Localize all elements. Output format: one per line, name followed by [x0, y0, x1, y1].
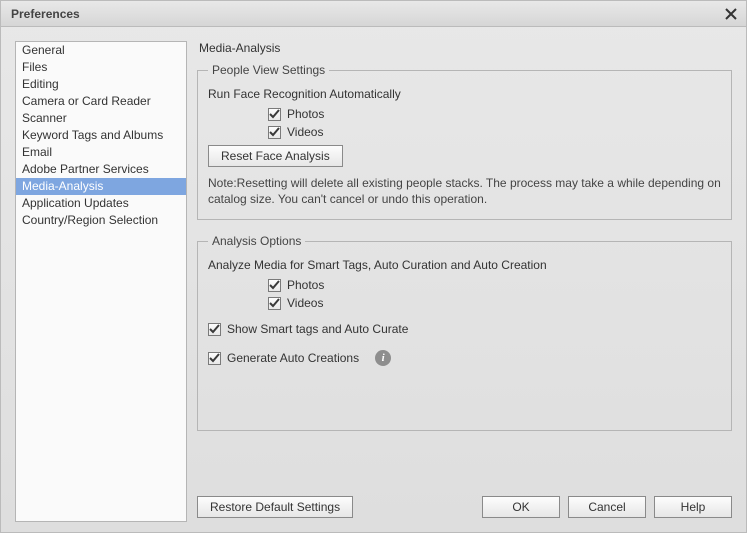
button-footer: Restore Default Settings OK Cancel Help [197, 496, 732, 522]
sidebar-item-media-analysis[interactable]: Media-Analysis [16, 178, 186, 195]
close-icon[interactable] [722, 5, 740, 23]
reset-note: Note:Resetting will delete all existing … [208, 175, 721, 207]
sidebar-item-country-region-selection[interactable]: Country/Region Selection [16, 212, 186, 229]
checkbox-label: Videos [287, 296, 323, 310]
checkbox-label: Photos [287, 107, 324, 121]
sidebar-item-keyword-tags-albums[interactable]: Keyword Tags and Albums [16, 127, 186, 144]
checkmark-icon [208, 323, 221, 336]
category-sidebar: General Files Editing Camera or Card Rea… [15, 41, 187, 522]
checkbox-label: Videos [287, 125, 323, 139]
reset-face-analysis-button[interactable]: Reset Face Analysis [208, 145, 343, 167]
checkbox-photos-face[interactable]: Photos [268, 107, 721, 121]
people-view-settings-group: People View Settings Run Face Recognitio… [197, 63, 732, 220]
sidebar-item-email[interactable]: Email [16, 144, 186, 161]
checkbox-videos-face[interactable]: Videos [268, 125, 721, 139]
sidebar-item-label: Adobe Partner Services [22, 162, 149, 176]
window-title: Preferences [11, 7, 80, 21]
sidebar-item-files[interactable]: Files [16, 59, 186, 76]
sidebar-item-scanner[interactable]: Scanner [16, 110, 186, 127]
sidebar-item-adobe-partner-services[interactable]: Adobe Partner Services [16, 161, 186, 178]
checkbox-label: Photos [287, 278, 324, 292]
checkmark-icon [208, 352, 221, 365]
sidebar-item-label: Files [22, 60, 47, 74]
ok-button[interactable]: OK [482, 496, 560, 518]
checkbox-generate-auto-creations[interactable]: Generate Auto Creations i [208, 350, 721, 366]
checkbox-videos-analysis[interactable]: Videos [268, 296, 721, 310]
sidebar-item-general[interactable]: General [16, 42, 186, 59]
sidebar-item-application-updates[interactable]: Application Updates [16, 195, 186, 212]
restore-defaults-button[interactable]: Restore Default Settings [197, 496, 353, 518]
sidebar-item-label: Email [22, 145, 52, 159]
help-button[interactable]: Help [654, 496, 732, 518]
cancel-button[interactable]: Cancel [568, 496, 646, 518]
preferences-window: Preferences General Files Editing Camera… [0, 0, 747, 533]
face-recognition-desc: Run Face Recognition Automatically [208, 87, 721, 101]
sidebar-item-label: General [22, 43, 65, 57]
checkmark-icon [268, 108, 281, 121]
analysis-options-group: Analysis Options Analyze Media for Smart… [197, 234, 732, 431]
sidebar-item-camera-card-reader[interactable]: Camera or Card Reader [16, 93, 186, 110]
main-panel: Media-Analysis People View Settings Run … [197, 41, 732, 522]
info-icon[interactable]: i [375, 350, 391, 366]
checkbox-label: Generate Auto Creations [227, 351, 359, 365]
people-view-legend: People View Settings [208, 63, 329, 77]
sidebar-item-editing[interactable]: Editing [16, 76, 186, 93]
page-heading: Media-Analysis [199, 41, 732, 55]
checkmark-icon [268, 297, 281, 310]
checkmark-icon [268, 126, 281, 139]
analysis-desc: Analyze Media for Smart Tags, Auto Curat… [208, 258, 721, 272]
sidebar-item-label: Scanner [22, 111, 67, 125]
checkbox-show-smart-tags[interactable]: Show Smart tags and Auto Curate [208, 322, 721, 336]
sidebar-item-label: Editing [22, 77, 59, 91]
sidebar-item-label: Application Updates [22, 196, 129, 210]
sidebar-item-label: Media-Analysis [22, 179, 103, 193]
sidebar-item-label: Camera or Card Reader [22, 94, 151, 108]
analysis-options-legend: Analysis Options [208, 234, 305, 248]
titlebar: Preferences [1, 1, 746, 27]
sidebar-item-label: Keyword Tags and Albums [22, 128, 163, 142]
sidebar-item-label: Country/Region Selection [22, 213, 158, 227]
checkbox-label: Show Smart tags and Auto Curate [227, 322, 408, 336]
checkmark-icon [268, 279, 281, 292]
checkbox-photos-analysis[interactable]: Photos [268, 278, 721, 292]
